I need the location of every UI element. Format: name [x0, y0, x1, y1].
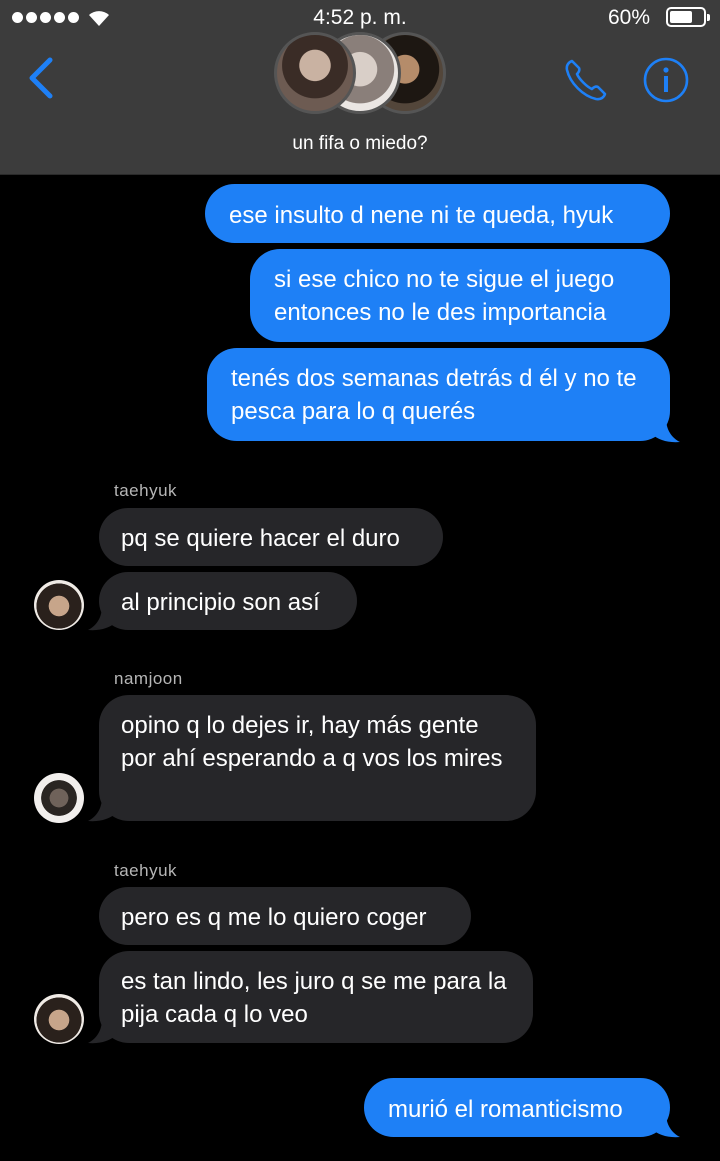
bubble-tail: [88, 606, 118, 631]
message-bubble-incoming[interactable]: al principio son así: [99, 572, 357, 630]
chat-title[interactable]: un fifa o miedo?: [0, 133, 720, 155]
chevron-left-icon[interactable]: [24, 56, 58, 100]
status-bar: 4:52 p. m. 60%: [0, 0, 720, 36]
bubble-tail: [650, 418, 680, 443]
avatar: [274, 32, 356, 114]
sender-name: namjoon: [114, 669, 183, 688]
message-text: es tan lindo, les juro q se me para la p…: [121, 968, 507, 1028]
bubble-tail: [88, 797, 118, 822]
message-bubble-outgoing[interactable]: murió el romanticismo: [364, 1078, 670, 1137]
message-bubble-incoming[interactable]: es tan lindo, les juro q se me para la p…: [99, 951, 533, 1043]
group-avatars[interactable]: [274, 32, 446, 118]
message-bubble-incoming[interactable]: opino q lo dejes ir, hay más gente por a…: [99, 695, 536, 821]
bubble-tail: [650, 1113, 680, 1138]
message-text: tenés dos semanas detrás d él y no te pe…: [231, 365, 637, 425]
sender-name: taehyuk: [114, 481, 178, 500]
avatar[interactable]: [34, 994, 84, 1044]
message-bubble-outgoing[interactable]: ese insulto d nene ni te queda, hyuk: [205, 184, 670, 243]
avatar[interactable]: [34, 773, 84, 823]
avatar[interactable]: [34, 580, 84, 630]
battery-percent: 60%: [607, 6, 650, 29]
chat-header: 4:52 p. m. 60% un fifa o miedo?: [0, 0, 720, 175]
message-bubble-outgoing[interactable]: si ese chico no te sigue el juego entonc…: [250, 249, 670, 342]
message-bubble-incoming[interactable]: pq se quiere hacer el duro: [99, 508, 443, 566]
phone-icon[interactable]: [562, 56, 610, 104]
message-text: opino q lo dejes ir, hay más gente por a…: [121, 712, 503, 772]
info-icon[interactable]: [643, 57, 689, 103]
message-text: al principio son así: [121, 589, 320, 616]
sender-name: taehyuk: [114, 861, 178, 880]
message-text: si ese chico no te sigue el juego entonc…: [274, 266, 615, 326]
message-bubble-incoming[interactable]: pero es q me lo quiero coger: [99, 887, 471, 945]
message-bubble-outgoing[interactable]: tenés dos semanas detrás d él y no te pe…: [207, 348, 670, 441]
message-text: murió el romanticismo: [388, 1096, 623, 1123]
message-text: ese insulto d nene ni te queda, hyuk: [229, 202, 614, 229]
message-text: pero es q me lo quiero coger: [121, 904, 427, 931]
bubble-tail: [88, 1019, 118, 1044]
battery-icon: [666, 7, 710, 27]
message-text: pq se quiere hacer el duro: [121, 525, 400, 552]
